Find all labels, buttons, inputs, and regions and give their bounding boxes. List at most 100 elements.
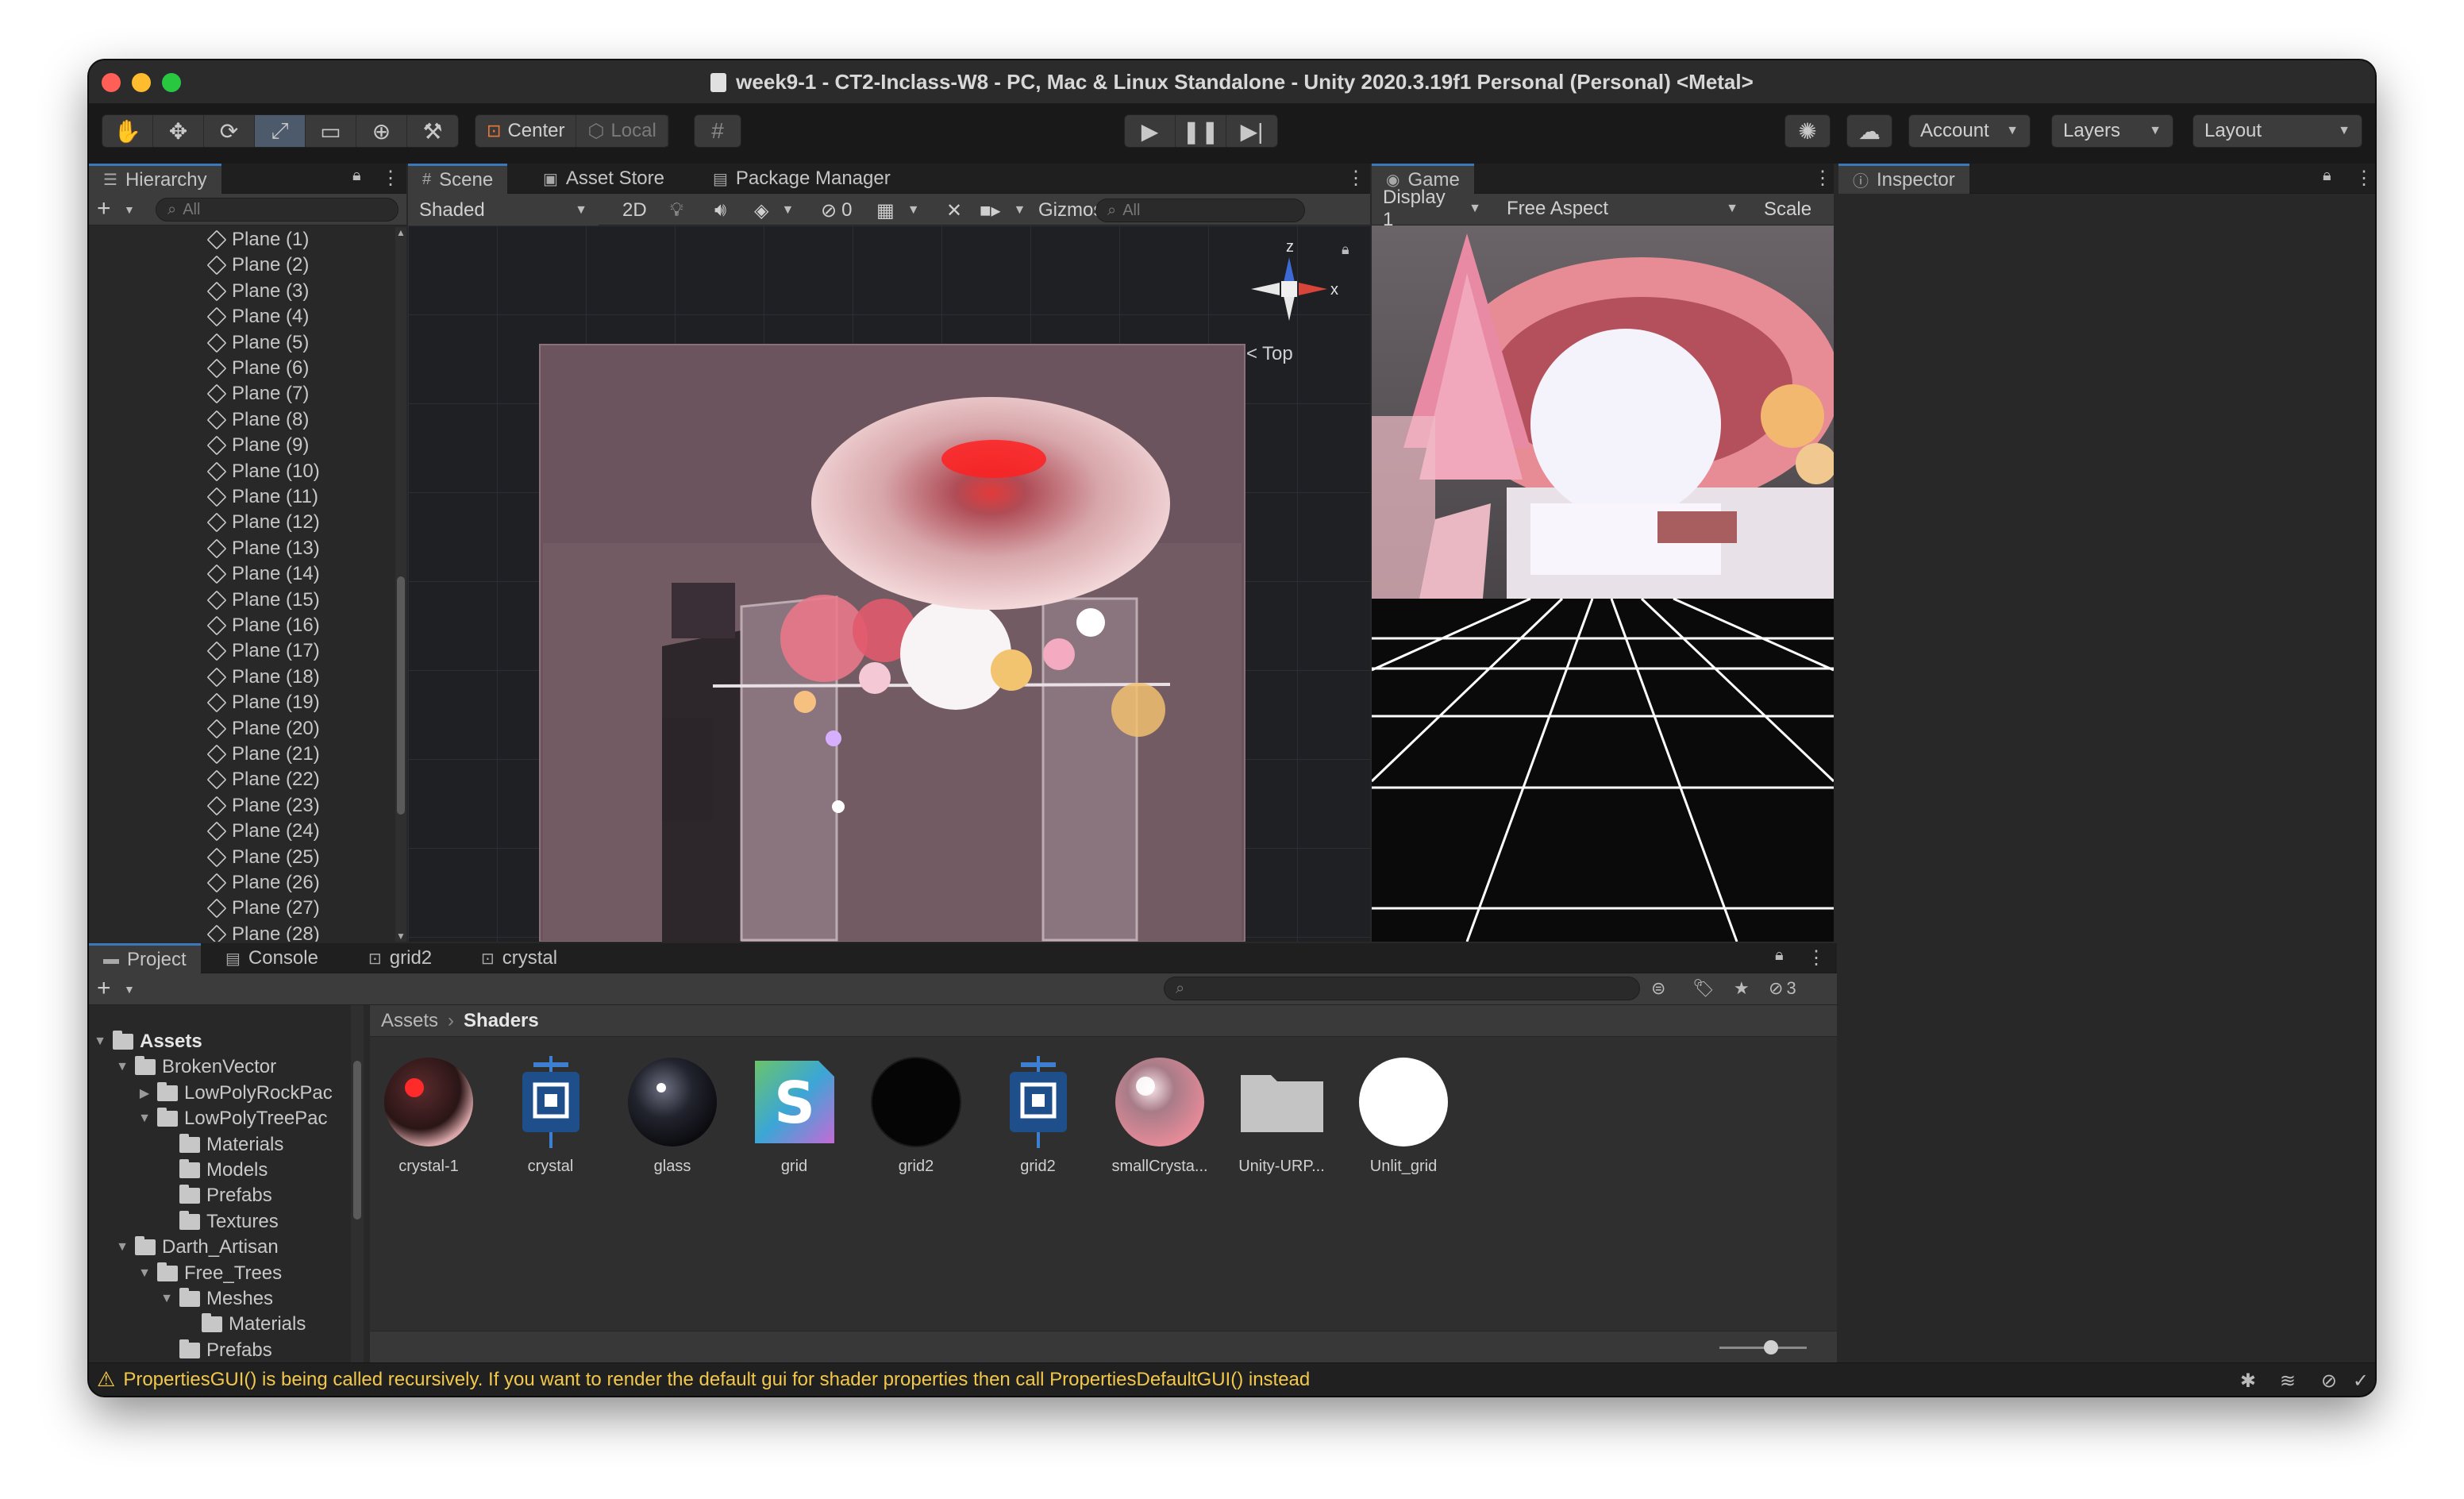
tree-scroll-thumb[interactable] (353, 1061, 361, 1220)
chevron-down-icon[interactable]: ▼ (116, 1060, 129, 1074)
hierarchy-item[interactable]: Plane (6) (206, 356, 309, 381)
more-options-icon[interactable]: ⋮ (1813, 167, 1832, 190)
folder-tree-item[interactable]: ▼ Meshes (160, 1286, 273, 1312)
tab-asset-store[interactable]: ▣ Asset Store (529, 164, 679, 194)
chevron-down-icon[interactable]: ▼ (124, 203, 135, 216)
hierarchy-item[interactable]: Plane (7) (206, 381, 309, 407)
search-by-type-icon[interactable]: ⊜ (1651, 978, 1665, 999)
asset-item[interactable]: glass (617, 1056, 728, 1176)
more-options-icon[interactable]: ⋮ (2354, 167, 2374, 190)
status-bar[interactable]: ⚠ PropertiesGUI() is being called recurs… (89, 1362, 2375, 1396)
2d-toggle[interactable]: 2D (622, 198, 647, 222)
hierarchy-scroll-thumb[interactable] (397, 576, 405, 815)
asset-item[interactable]: grid2 (983, 1056, 1094, 1176)
asset-item[interactable]: smallCrysta... (1104, 1056, 1215, 1176)
chevron-down-icon[interactable]: ▼ (138, 1266, 151, 1281)
hierarchy-item[interactable]: Plane (5) (206, 330, 309, 356)
audio-toggle-icon[interactable]: 🔊︎ (714, 198, 726, 222)
hierarchy-item[interactable]: Plane (16) (206, 613, 320, 638)
rotate-tool-icon[interactable]: ⟳ (204, 115, 255, 147)
tab-hierarchy[interactable]: ☰ Hierarchy (89, 164, 221, 194)
lighting-toggle-icon[interactable]: 💡︎ (670, 198, 683, 222)
hierarchy-item[interactable]: Plane (9) (206, 433, 309, 458)
hierarchy-item[interactable]: Plane (3) (206, 279, 309, 304)
scroll-down-icon[interactable]: ▼ (396, 931, 406, 942)
project-search-input[interactable]: ⌕ (1164, 977, 1640, 1000)
hierarchy-item[interactable]: Plane (13) (206, 536, 320, 561)
asset-item[interactable]: Sgrid (739, 1056, 850, 1176)
hierarchy-item[interactable]: Plane (4) (206, 304, 309, 329)
scale-tool-icon[interactable]: ⤢ (255, 115, 306, 147)
chevron-down-icon[interactable]: ▼ (94, 1035, 106, 1049)
services-icon[interactable]: ✺ (1785, 115, 1830, 147)
hierarchy-scrollbar[interactable]: ▲ ▼ (395, 227, 406, 942)
debug-bug-icon[interactable]: ✱ (2240, 1370, 2256, 1393)
hierarchy-item[interactable]: Plane (28) (206, 922, 320, 942)
hierarchy-item[interactable]: Plane (17) (206, 638, 320, 664)
step-button[interactable]: ▶| (1226, 115, 1277, 147)
more-options-icon[interactable]: ⋮ (1346, 167, 1365, 190)
folder-tree-item[interactable]: ▼ Assets (94, 1029, 202, 1054)
hierarchy-item[interactable]: Plane (18) (206, 665, 320, 690)
hierarchy-item[interactable]: Plane (8) (206, 407, 309, 433)
hierarchy-item[interactable]: Plane (11) (206, 484, 318, 510)
account-dropdown[interactable]: Account ▼ (1908, 114, 2031, 148)
lock-icon[interactable]: 🔒︎ (352, 167, 361, 185)
tab-inspector[interactable]: ⓘ Inspector (1838, 164, 1969, 194)
chevron-down-icon[interactable]: ▼ (160, 1292, 173, 1306)
asset-item[interactable]: grid2 (860, 1056, 972, 1176)
lighting-bake-icon[interactable]: ⊘ (2321, 1370, 2337, 1393)
grid-toggle-icon[interactable]: ▦ ▼ (876, 198, 920, 222)
cache-server-icon[interactable]: ≋ (2280, 1370, 2296, 1393)
hierarchy-item[interactable]: Plane (1) (206, 227, 309, 252)
hierarchy-item[interactable]: Plane (27) (206, 896, 320, 921)
hierarchy-item[interactable]: Plane (12) (206, 510, 320, 535)
hierarchy-item[interactable]: Plane (24) (206, 819, 320, 844)
tab-console[interactable]: ▤ Console (211, 943, 333, 973)
hierarchy-item[interactable]: Plane (25) (206, 845, 320, 870)
pause-button[interactable]: ❚❚ (1176, 115, 1226, 147)
lock-icon[interactable]: 🔒︎ (1342, 241, 1349, 258)
lock-icon[interactable]: 🔒︎ (1775, 946, 1784, 965)
move-tool-icon[interactable]: ✥ (153, 115, 204, 147)
hidden-packages-toggle[interactable]: ⊘ 3 (1769, 978, 1796, 999)
tree-scrollbar[interactable] (351, 1005, 364, 1362)
hierarchy-item[interactable]: Plane (10) (206, 459, 320, 484)
tools-toggle-icon[interactable]: ✕ (946, 198, 962, 222)
chevron-right-icon[interactable]: ▶ (138, 1085, 151, 1101)
display-dropdown[interactable]: Display 1 ▼ (1372, 187, 1492, 230)
orientation-gizmo[interactable]: z x < Top (1242, 238, 1338, 368)
create-plus-icon[interactable]: + (97, 195, 111, 222)
hand-tool-icon[interactable]: ✋ (102, 115, 153, 147)
chevron-down-icon[interactable]: ▼ (116, 1240, 129, 1254)
hierarchy-search-input[interactable]: ⌕ All (156, 198, 398, 222)
folder-tree-item[interactable]: Prefabs (160, 1183, 272, 1208)
checkmark-icon[interactable]: ✓ (2353, 1370, 2369, 1393)
hierarchy-item[interactable]: Plane (19) (206, 690, 320, 715)
hierarchy-item[interactable]: Plane (26) (206, 870, 320, 896)
folder-tree-item[interactable]: Models (160, 1158, 268, 1183)
layers-dropdown[interactable]: Layers ▼ (2051, 114, 2173, 148)
view-mode-label[interactable]: < Top (1246, 343, 1293, 365)
folder-tree-item[interactable]: ▶ LowPolyRockPac (138, 1081, 333, 1106)
chevron-down-icon[interactable]: ▼ (138, 1112, 151, 1126)
asset-item[interactable]: Unity-URP... (1226, 1056, 1338, 1176)
camera-icon[interactable]: ■▸ ▼ (980, 198, 1026, 222)
asset-item[interactable]: crystal (495, 1056, 606, 1176)
hierarchy-item[interactable]: Plane (15) (206, 588, 320, 613)
folder-tree-item[interactable]: ▼ LowPolyTreePac (138, 1106, 328, 1131)
shading-mode-dropdown[interactable]: Shaded ▼ (408, 195, 599, 225)
hierarchy-item[interactable]: Plane (2) (206, 252, 309, 278)
pivot-local-toggle[interactable]: ⬡ Local (576, 115, 668, 147)
effects-toggle-icon[interactable]: ◈ ▼ (754, 198, 794, 222)
asset-item[interactable]: crystal-1 (373, 1056, 484, 1176)
grid-snap-icon[interactable]: # (695, 115, 741, 147)
scene-search-input[interactable]: ⌕ All (1095, 198, 1305, 222)
cloud-icon[interactable]: ☁ (1847, 115, 1892, 147)
tab-package-manager[interactable]: ▤ Package Manager (699, 164, 905, 194)
pivot-center-toggle[interactable]: ⊡ Center (475, 115, 577, 147)
aspect-dropdown[interactable]: Free Aspect ▼ (1496, 194, 1750, 224)
breadcrumb-assets[interactable]: Assets (381, 1010, 438, 1032)
hierarchy-item[interactable]: Plane (23) (206, 793, 320, 819)
asset-item[interactable]: Unlit_grid (1348, 1056, 1459, 1176)
